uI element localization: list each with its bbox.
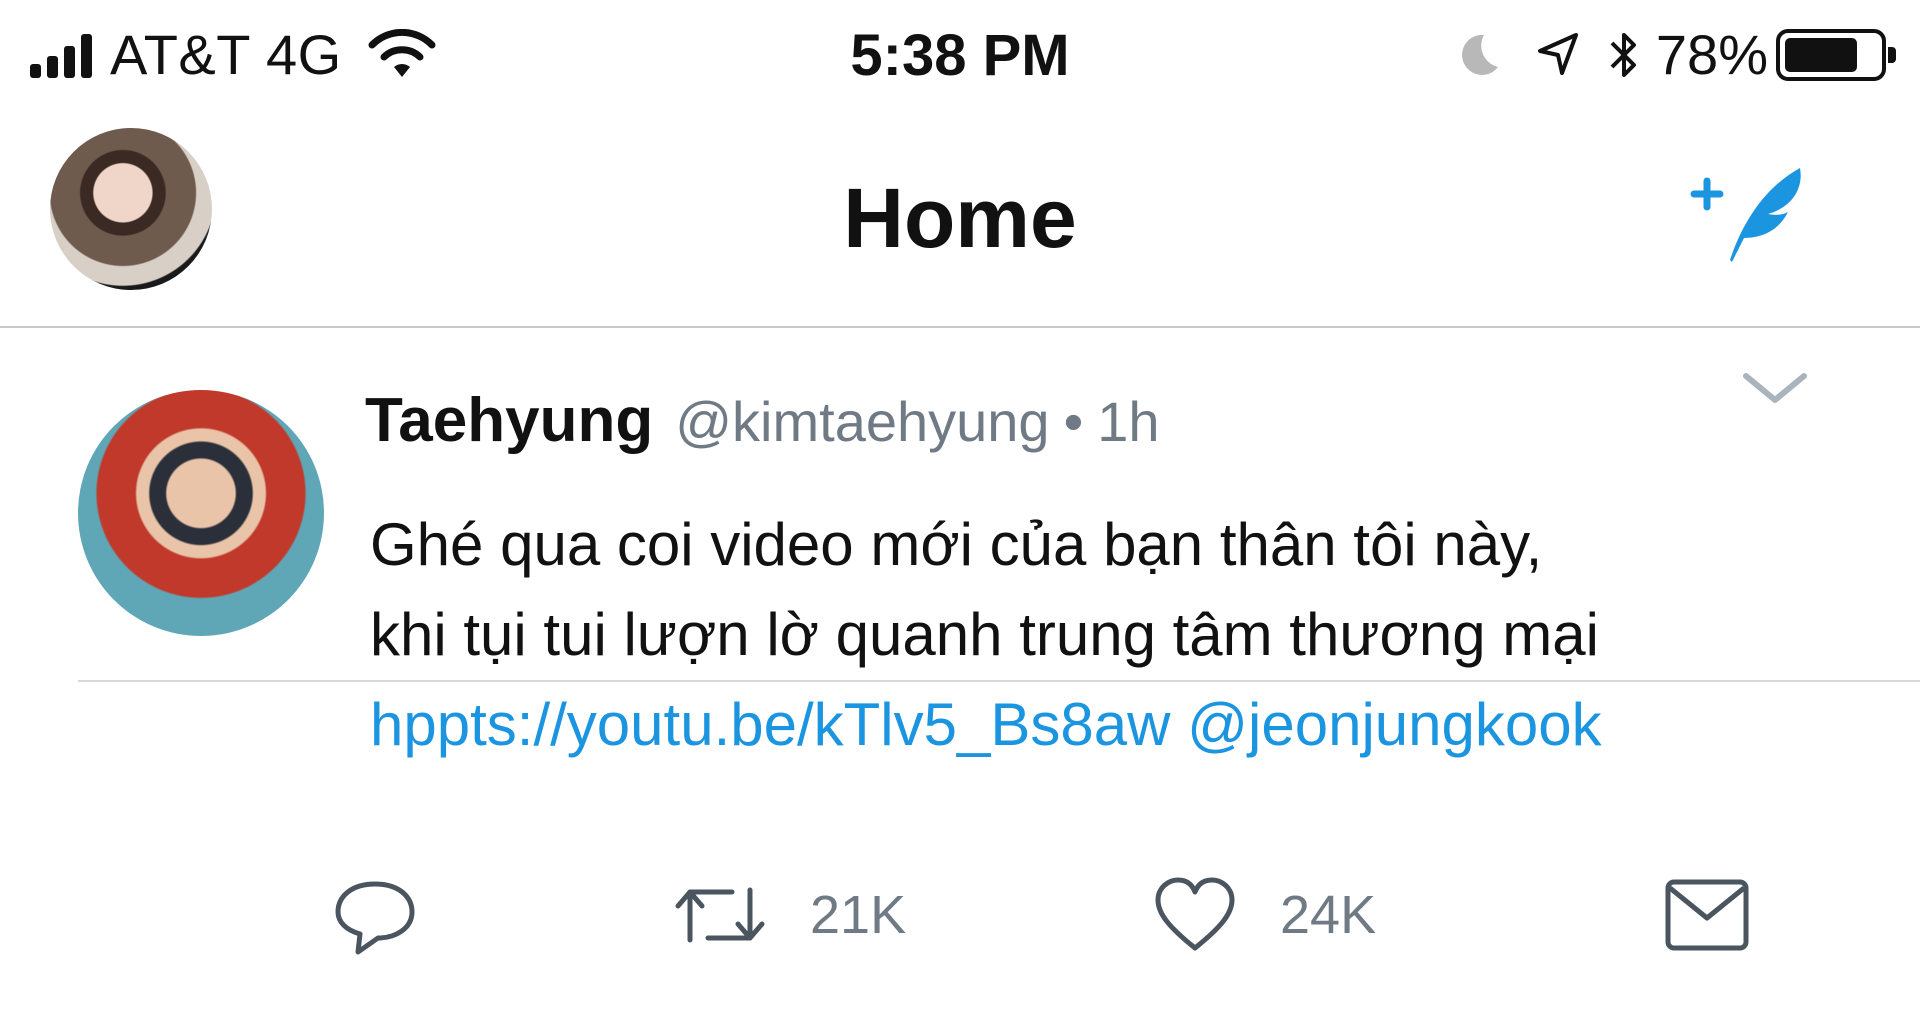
- location-arrow-icon: [1537, 32, 1578, 75]
- tweet-mention[interactable]: @jeonjungkook: [1187, 691, 1602, 758]
- tweet-text-line: khi tụi tui lượn lờ quanh trung tâm thươ…: [370, 601, 1599, 668]
- direct-message-button[interactable]: [1662, 870, 1752, 960]
- tweet-timestamp[interactable]: 1h: [1097, 389, 1159, 454]
- retweet-count: 21K: [810, 885, 907, 945]
- envelope-icon: [1665, 879, 1749, 951]
- tweet-actions: 21K 24K: [0, 870, 1920, 970]
- retweet-button[interactable]: 21K: [670, 870, 906, 960]
- compose-tweet-icon[interactable]: [1680, 150, 1810, 270]
- status-right: 78%: [1450, 22, 1896, 87]
- tweet[interactable]: Taehyung @kimtaehyung • 1h Ghé qua coi v…: [0, 330, 1920, 1013]
- tweet-link[interactable]: hppts://youtu.be/kTlv5_Bs8aw: [370, 691, 1170, 758]
- battery-icon: [1776, 28, 1896, 81]
- moon-icon: [1461, 34, 1498, 75]
- bluetooth-icon: [1610, 32, 1636, 77]
- tweet-divider: [78, 680, 1920, 682]
- page-title: Home: [843, 171, 1077, 265]
- retweet-icon: [675, 887, 765, 943]
- tweet-text: Ghé qua coi video mới của bạn thân tôi n…: [370, 500, 1790, 770]
- like-button[interactable]: 24K: [1150, 870, 1376, 960]
- author-name[interactable]: Taehyung: [365, 385, 653, 456]
- nav-bar: Home: [0, 110, 1920, 328]
- battery-fill: [1785, 37, 1857, 72]
- battery-percent: 78%: [1655, 23, 1768, 86]
- heart-icon: [1155, 877, 1235, 951]
- status-bar: AT&T 4G 5:38 PM 78%: [0, 0, 1920, 110]
- author-avatar[interactable]: [78, 390, 324, 636]
- like-count: 24K: [1280, 885, 1377, 945]
- author-handle[interactable]: @kimtaehyung: [675, 389, 1049, 454]
- separator-dot: •: [1063, 390, 1084, 453]
- chevron-down-icon[interactable]: [1740, 368, 1810, 408]
- tweet-header: Taehyung @kimtaehyung • 1h: [365, 385, 1159, 456]
- tweet-text-line: Ghé qua coi video mới của bạn thân tôi n…: [370, 511, 1543, 578]
- reply-button[interactable]: [330, 870, 420, 960]
- reply-icon: [335, 881, 415, 955]
